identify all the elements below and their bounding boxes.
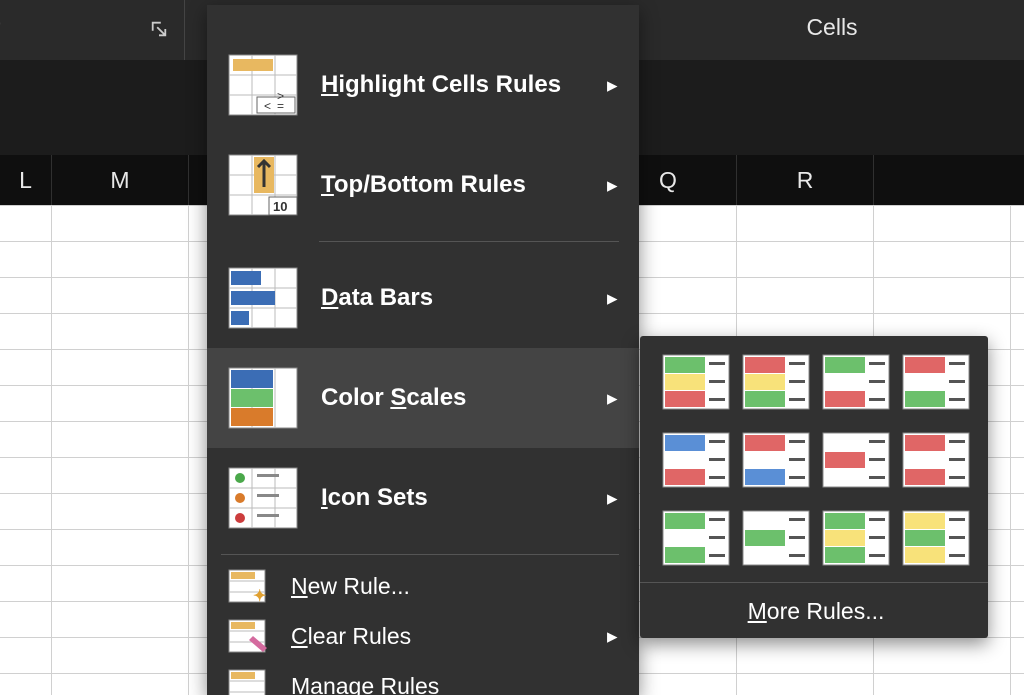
ribbon-group-cells: Cells xyxy=(640,0,1024,60)
color-scale-preset[interactable] xyxy=(902,432,970,488)
color-scale-gallery xyxy=(662,354,970,566)
more-rules-item[interactable]: More Rules... xyxy=(662,583,970,639)
menu-top-bottom-rules[interactable]: 10 Top/Bottom Rules ▸ xyxy=(207,135,639,235)
menu-clear-rules[interactable]: Clear Rules ▸ xyxy=(207,611,639,661)
column-header[interactable]: L xyxy=(0,155,52,205)
new-rule-icon: ✦ xyxy=(227,568,267,604)
column-header[interactable]: R xyxy=(737,155,874,205)
menu-label: Data Bars xyxy=(321,284,607,312)
menu-manage-rules[interactable]: Manage Rules xyxy=(207,661,639,695)
menu-highlight-cells-rules[interactable]: < = > Highlight Cells Rules ▸ xyxy=(207,35,639,135)
menu-label: Color Scales xyxy=(321,384,607,412)
menu-new-rule[interactable]: ✦ New Rule... xyxy=(207,561,639,611)
ribbon-group-number: er xyxy=(0,0,185,60)
color-scale-preset[interactable] xyxy=(662,354,730,410)
submenu-arrow-icon: ▸ xyxy=(607,486,621,511)
top-bottom-icon: 10 xyxy=(227,153,299,217)
color-scale-preset[interactable] xyxy=(742,510,810,566)
color-scale-preset[interactable] xyxy=(662,432,730,488)
submenu-arrow-icon: ▸ xyxy=(607,286,621,311)
color-scale-preset[interactable] xyxy=(822,432,890,488)
highlight-cells-icon: < = > xyxy=(227,53,299,117)
dialog-launcher-icon[interactable] xyxy=(150,20,170,40)
color-scale-preset[interactable] xyxy=(822,510,890,566)
menu-label: New Rule... xyxy=(291,573,621,600)
data-bars-icon xyxy=(227,266,299,330)
color-scale-preset[interactable] xyxy=(662,510,730,566)
menu-label: Top/Bottom Rules xyxy=(321,171,607,199)
menu-data-bars[interactable]: Data Bars ▸ xyxy=(207,248,639,348)
submenu-arrow-icon: ▸ xyxy=(607,173,621,198)
color-scale-preset[interactable] xyxy=(902,354,970,410)
menu-label: Clear Rules xyxy=(291,623,607,650)
color-scales-submenu: More Rules... xyxy=(640,336,988,638)
clear-rules-icon xyxy=(227,618,267,654)
menu-label: Highlight Cells Rules xyxy=(321,71,607,99)
column-header[interactable]: M xyxy=(52,155,189,205)
conditional-formatting-menu: < = > Highlight Cells Rules ▸ 10 Top/Bot… xyxy=(207,5,639,695)
submenu-arrow-icon: ▸ xyxy=(607,624,621,649)
svg-text:10: 10 xyxy=(273,199,287,214)
svg-text:<: < xyxy=(264,99,271,113)
submenu-arrow-icon: ▸ xyxy=(607,386,621,411)
menu-icon-sets[interactable]: Icon Sets ▸ xyxy=(207,448,639,548)
color-scale-preset[interactable] xyxy=(822,354,890,410)
more-rules-label: More Rules... xyxy=(748,598,885,625)
color-scale-preset[interactable] xyxy=(902,510,970,566)
menu-label: Icon Sets xyxy=(321,484,607,512)
submenu-arrow-icon: ▸ xyxy=(607,73,621,98)
color-scales-icon xyxy=(227,366,299,430)
icon-sets-icon xyxy=(227,466,299,530)
ribbon-group-cells-label: Cells xyxy=(806,14,857,41)
menu-separator xyxy=(221,554,619,555)
menu-label: Manage Rules xyxy=(291,673,621,695)
menu-color-scales[interactable]: Color Scales ▸ xyxy=(207,348,639,448)
svg-text:✦: ✦ xyxy=(253,588,266,604)
manage-rules-icon xyxy=(227,668,267,695)
menu-separator xyxy=(319,241,619,242)
color-scale-preset[interactable] xyxy=(742,354,810,410)
color-scale-preset[interactable] xyxy=(742,432,810,488)
svg-text:>: > xyxy=(277,89,284,103)
